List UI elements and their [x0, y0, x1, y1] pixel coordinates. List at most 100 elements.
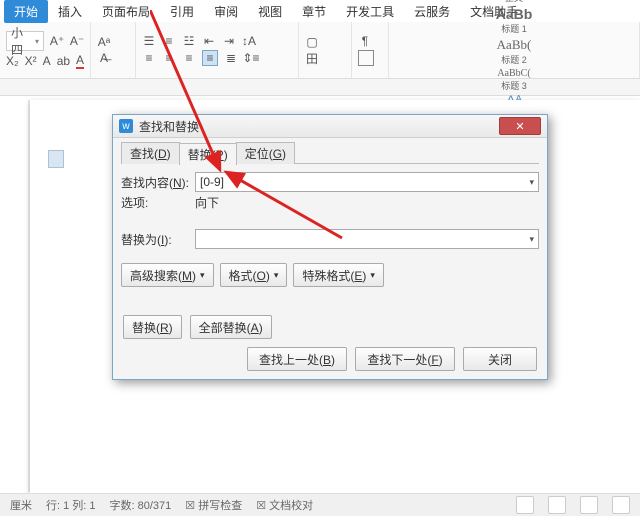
tab-replace[interactable]: 替换(P)	[179, 143, 237, 165]
numbering-icon[interactable]: ≡	[162, 34, 176, 48]
find-input[interactable]: [0-9] ▾	[195, 172, 539, 192]
options-label: 选项:	[121, 194, 189, 211]
style-h2[interactable]: AaBb(标题 2	[489, 36, 539, 67]
special-format-button[interactable]: 特殊格式(E) ▾	[293, 263, 384, 287]
menu-tab-cloud[interactable]: 云服务	[404, 0, 460, 23]
increase-font-icon[interactable]: A⁺	[50, 34, 64, 48]
close-dialog-button[interactable]: 关闭	[463, 347, 537, 371]
find-input-value: [0-9]	[200, 175, 224, 189]
tab-find[interactable]: 查找(D)	[121, 142, 180, 164]
find-label: 查找内容(N):	[121, 174, 189, 191]
menu-tab-dev[interactable]: 开发工具	[336, 0, 404, 23]
chevron-down-icon: ▾	[274, 270, 279, 281]
sub-icon[interactable]: X₂	[6, 54, 19, 68]
shading-icon[interactable]: ▢	[305, 35, 319, 49]
close-button[interactable]: ✕	[499, 117, 541, 135]
menu-tab-layout[interactable]: 页面布局	[92, 0, 160, 23]
view-split-icon[interactable]	[612, 496, 630, 514]
align-right-icon[interactable]: ≡	[182, 51, 196, 65]
decrease-font-icon[interactable]: A⁻	[70, 34, 84, 48]
btn-label: 格式(O)	[229, 267, 270, 284]
style-name: 标题 3	[501, 79, 527, 92]
font-size-select[interactable]: 小四▾	[6, 31, 44, 51]
replace-button[interactable]: 替换(R)	[123, 315, 182, 339]
char-style-icon[interactable]: A	[43, 54, 51, 68]
menu-tab-section[interactable]: 章节	[292, 0, 336, 23]
btn-label: 查找上一处(B)	[259, 351, 335, 368]
menu-bar: 开始 插入 页面布局 引用 审阅 视图 章节 开发工具 云服务 文档助手	[0, 0, 640, 22]
style-h1[interactable]: AaBb标题 1	[489, 5, 539, 36]
ribbon-toolbar: 小四▾ A⁺ A⁻ X₂ X² A ab A Aᵃ A̶ ☰ ≡ ☳ ⇤ ⇥ ↕…	[0, 22, 640, 79]
align-left-icon[interactable]: ≡	[142, 51, 156, 65]
style-h3[interactable]: AaBbC(标题 3	[489, 67, 539, 93]
replace-label: 替换为(I):	[121, 231, 189, 248]
tab-label: 定位(G)	[245, 147, 286, 161]
ruler	[0, 79, 640, 96]
docproof-label: 文档校对	[269, 500, 313, 512]
format-button[interactable]: 格式(O) ▾	[220, 263, 288, 287]
view-web-icon[interactable]	[580, 496, 598, 514]
clear-format-icon[interactable]: A̶	[97, 51, 111, 65]
menu-tab-start[interactable]: 开始	[4, 0, 48, 23]
tab-label: 查找(D)	[130, 147, 171, 161]
word-count[interactable]: 字数: 80/371	[110, 497, 172, 513]
chevron-down-icon: ▾	[370, 270, 375, 281]
advanced-search-button[interactable]: 高级搜索(M) ▾	[121, 263, 214, 287]
line-spacing-icon[interactable]: ⇕≡	[244, 51, 258, 65]
align-justify-icon[interactable]: ≡	[202, 50, 218, 66]
find-prev-button[interactable]: 查找上一处(B)	[247, 347, 347, 371]
chevron-down-icon[interactable]: ▾	[529, 234, 534, 245]
style-sample: AaBb	[496, 6, 533, 22]
sort-icon[interactable]: ↕A	[242, 34, 256, 48]
style-name: 正文	[505, 0, 523, 4]
replace-all-button[interactable]: 全部替换(A)	[190, 315, 272, 339]
chevron-down-icon: ▾	[200, 270, 205, 281]
spellcheck-status[interactable]: ☒ 拼写检查	[185, 497, 242, 513]
style-name: 标题 1	[501, 22, 527, 35]
borders-icon[interactable]: 田	[305, 51, 319, 65]
view-outline-icon[interactable]	[548, 496, 566, 514]
find-next-button[interactable]: 查找下一处(F)	[355, 347, 455, 371]
btn-label: 高级搜索(M)	[130, 267, 196, 284]
dialog-title: 查找和替换	[139, 118, 493, 135]
border-box-icon[interactable]	[358, 50, 374, 66]
chevron-down-icon[interactable]: ▾	[529, 177, 534, 188]
indent-inc-icon[interactable]: ⇥	[222, 34, 236, 48]
chevron-down-icon: ▾	[35, 37, 39, 46]
menu-tab-ref[interactable]: 引用	[160, 0, 204, 23]
menu-tab-review[interactable]: 审阅	[204, 0, 248, 23]
menu-tab-view[interactable]: 视图	[248, 0, 292, 23]
options-value: 向下	[195, 194, 219, 211]
cursor-position: 行: 1 列: 1	[46, 497, 96, 513]
font-color-icon[interactable]: A	[76, 53, 84, 69]
style-sample: AaBbC(	[497, 68, 530, 79]
dialog-titlebar[interactable]: w 查找和替换 ✕	[113, 115, 547, 138]
btn-label: 全部替换(A)	[199, 319, 263, 336]
btn-label: 替换(R)	[132, 319, 173, 336]
indent-dec-icon[interactable]: ⇤	[202, 34, 216, 48]
menu-tab-insert[interactable]: 插入	[48, 0, 92, 23]
page-indicator-icon	[48, 150, 64, 168]
sup-icon[interactable]: X²	[25, 54, 37, 68]
highlight-icon[interactable]: ab	[57, 54, 70, 68]
btn-label: 特殊格式(E)	[302, 267, 366, 284]
style-sample: AaBb(	[497, 37, 532, 53]
find-replace-dialog: w 查找和替换 ✕ 查找(D) 替换(P) 定位(G) 查找内容(N): [0-…	[112, 114, 548, 380]
bullets-icon[interactable]: ☰	[142, 34, 156, 48]
btn-label: 查找下一处(F)	[367, 351, 442, 368]
change-case-icon[interactable]: Aᵃ	[97, 35, 111, 49]
app-icon: w	[119, 119, 133, 133]
view-page-icon[interactable]	[516, 496, 534, 514]
tab-label: 替换(P)	[188, 148, 228, 162]
multilevel-icon[interactable]: ☳	[182, 34, 196, 48]
distribute-icon[interactable]: ≣	[224, 51, 238, 65]
replace-input[interactable]: ▾	[195, 229, 539, 249]
tab-goto[interactable]: 定位(G)	[236, 142, 295, 164]
status-bar: 厘米 行: 1 列: 1 字数: 80/371 ☒ 拼写检查 ☒ 文档校对	[0, 493, 640, 516]
unit-label: 厘米	[10, 497, 32, 513]
align-center-icon[interactable]: ≡	[162, 51, 176, 65]
spellcheck-label: 拼写检查	[198, 500, 242, 512]
style-name: 标题 2	[501, 53, 527, 66]
paragraph-mark-icon[interactable]: ¶	[358, 34, 372, 48]
docproof-status[interactable]: ☒ 文档校对	[256, 497, 313, 513]
